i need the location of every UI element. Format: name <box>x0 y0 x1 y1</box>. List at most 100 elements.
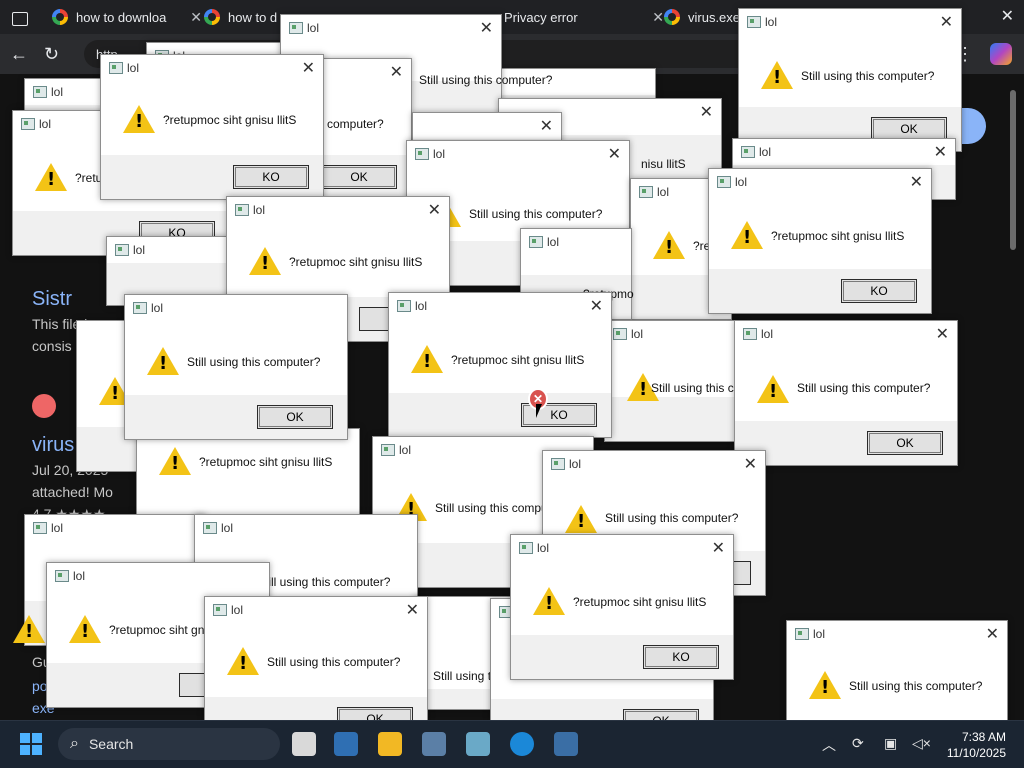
dialog-title: lol <box>221 521 234 535</box>
dialog-close-icon[interactable]: ✕ <box>590 296 603 316</box>
ko-button[interactable]: KO <box>643 645 719 669</box>
ko-button[interactable]: KO <box>841 279 917 303</box>
app-icon <box>415 148 429 160</box>
page-scrollbar[interactable] <box>1010 90 1016 250</box>
google-icon <box>204 9 220 25</box>
app-window-icon[interactable] <box>554 732 578 756</box>
dialog-close-icon[interactable]: ✕ <box>390 62 403 82</box>
result-link[interactable]: virus <box>32 434 74 457</box>
message-dialog[interactable]: lol ✕ Still using this computer? OK <box>734 320 958 466</box>
message-dialog[interactable]: lol ✕ ?retupmoc siht gnisu llitS KO <box>388 292 612 438</box>
dialog-message: Still using this computer? <box>187 355 321 369</box>
result-link[interactable]: Sistr <box>32 288 72 311</box>
dialog-titlebar: lol ✕ <box>281 15 501 41</box>
dialog-titlebar: lol <box>195 515 417 541</box>
warning-icon <box>227 647 259 675</box>
dialog-body: ?retupmoc siht gnisu llitS <box>389 319 611 393</box>
app-icon <box>743 328 757 340</box>
dialog-close-icon[interactable]: ✕ <box>934 142 947 162</box>
tab-label: how to downloa <box>76 9 167 25</box>
dialog-close-icon[interactable]: ✕ <box>940 12 953 32</box>
tab-label: virus.exe <box>688 9 741 25</box>
app-icon[interactable] <box>334 732 358 756</box>
file-explorer-icon[interactable] <box>378 732 402 756</box>
dialog-body: ?retupmoc siht gnisu llitS <box>709 195 931 269</box>
dialog-body: Still using this computer? <box>125 321 347 395</box>
back-icon[interactable]: ← <box>10 44 28 65</box>
app-icon <box>519 542 533 554</box>
dialog-message: nisu llitS <box>641 157 686 171</box>
dialog-body: Still using this c <box>605 347 745 401</box>
dialog-titlebar: lol ✕ <box>389 293 611 319</box>
dialog-close-icon[interactable]: ✕ <box>700 102 713 122</box>
ko-button[interactable]: KO <box>233 165 309 189</box>
app-icon <box>613 328 627 340</box>
dialog-close-icon[interactable]: ✕ <box>540 116 553 136</box>
app-icon <box>21 118 35 130</box>
dialog-close-icon[interactable]: ✕ <box>744 454 757 474</box>
warning-icon <box>757 375 789 403</box>
dialog-message: ?retupmoc siht gnisu llitS <box>451 353 585 367</box>
dialog-close-icon[interactable]: ✕ <box>480 18 493 38</box>
dialog-close-icon[interactable]: ✕ <box>608 144 621 164</box>
file-icon[interactable] <box>292 732 316 756</box>
app-icon <box>133 302 147 314</box>
dialog-message: ?retupmoc siht gnisu llitS <box>289 255 423 269</box>
message-dialog[interactable]: lol ✕ ?retupmoc siht gnisu llitS KO <box>708 168 932 314</box>
network-icon[interactable]: ▣ <box>884 735 897 752</box>
dialog-title: lol <box>399 443 412 457</box>
dialog-close-icon[interactable]: ✕ <box>406 600 419 620</box>
google-icon <box>664 9 680 25</box>
tab-how-to-download-1[interactable]: how to downloa ✕ <box>44 4 210 30</box>
windows-start-icon[interactable] <box>20 733 42 755</box>
ok-button[interactable]: OK <box>321 165 397 189</box>
dialog-title: lol <box>133 243 146 257</box>
dialog-title: lol <box>253 203 266 217</box>
app-icon <box>213 604 227 616</box>
dialog-title: lol <box>151 301 164 315</box>
dialog-title: lol <box>51 85 64 99</box>
warning-icon <box>565 505 597 533</box>
chevron-up-icon[interactable]: ︿ <box>822 735 836 755</box>
ok-button[interactable]: OK <box>257 405 333 429</box>
window-close-icon[interactable]: ✕ <box>1001 6 1014 26</box>
dialog-body: ?retupmoc siht gnisu llitS <box>137 429 359 521</box>
dialog-close-icon[interactable]: ✕ <box>428 200 441 220</box>
notepad-icon[interactable] <box>466 732 490 756</box>
dialog-message: ?retupmoc siht gnisu llitS <box>573 595 707 609</box>
message-dialog[interactable]: lol ✕ ?retupmoc siht gnisu llitS KO <box>100 54 324 200</box>
message-dialog[interactable]: lol Still using this computer? OK <box>124 294 348 440</box>
dialog-message: Still using this computer? <box>469 207 603 221</box>
dialog-close-icon[interactable]: ✕ <box>936 324 949 344</box>
edge-browser-icon[interactable] <box>510 732 534 756</box>
app-icon <box>551 458 565 470</box>
result-snippet: consis <box>32 338 72 354</box>
dialog-message: Still using this computer? <box>419 73 553 87</box>
system-clock[interactable]: 7:38 AM 11/10/2025 <box>947 729 1006 761</box>
dialog-titlebar: lol <box>125 295 347 321</box>
app-icon <box>529 236 543 248</box>
message-dialog[interactable]: lol ✕ ?retupmoc siht gnisu llitS KO <box>510 534 734 680</box>
tab-privacy-error[interactable]: Privacy error ✕ <box>496 4 672 30</box>
copilot-icon[interactable] <box>990 43 1012 65</box>
dialog-title: lol <box>765 15 778 29</box>
warning-icon <box>147 347 179 375</box>
dialog-close-icon[interactable]: ✕ <box>712 538 725 558</box>
dialog-titlebar: lol ✕ <box>739 9 961 35</box>
taskbar-search[interactable]: ⌕ Search <box>58 728 280 760</box>
tab-actions-icon[interactable] <box>4 6 42 32</box>
dialog-message: Still using this computer? <box>267 655 401 669</box>
message-dialog[interactable]: lol Still using this c <box>604 320 746 442</box>
message-dialog[interactable]: ✕ computer? OK <box>320 58 412 200</box>
dialog-close-icon[interactable]: ✕ <box>302 58 315 78</box>
dialog-title: lol <box>51 521 64 535</box>
dialog-close-icon[interactable]: ✕ <box>910 172 923 192</box>
reload-icon[interactable]: ↻ <box>44 44 59 65</box>
document-icon[interactable] <box>422 732 446 756</box>
dialog-close-icon[interactable]: ✕ <box>986 624 999 644</box>
message-dialog[interactable]: lol ✕ Still using this computer? <box>786 620 1008 722</box>
volume-muted-icon[interactable]: ◁× <box>912 735 931 752</box>
message-dialog[interactable]: lol ✕ Still using this computer? OK <box>738 8 962 152</box>
ok-button[interactable]: OK <box>867 431 943 455</box>
sync-icon[interactable]: ⟳ <box>852 735 864 752</box>
